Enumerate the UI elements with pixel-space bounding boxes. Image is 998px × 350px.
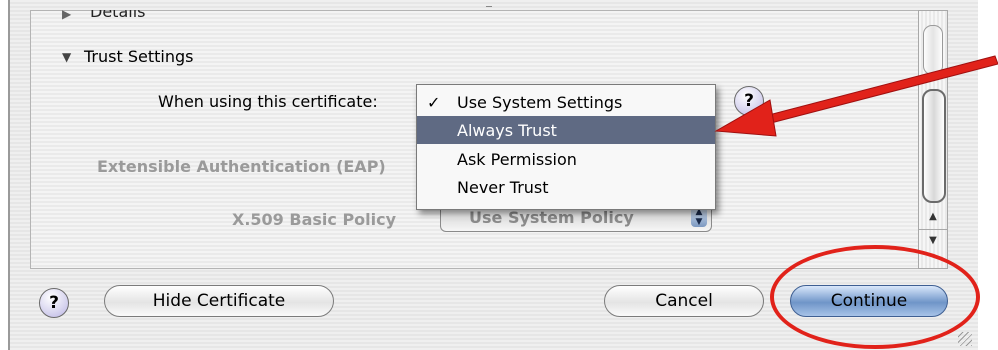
annotation-arrow-icon (714, 55, 998, 137)
